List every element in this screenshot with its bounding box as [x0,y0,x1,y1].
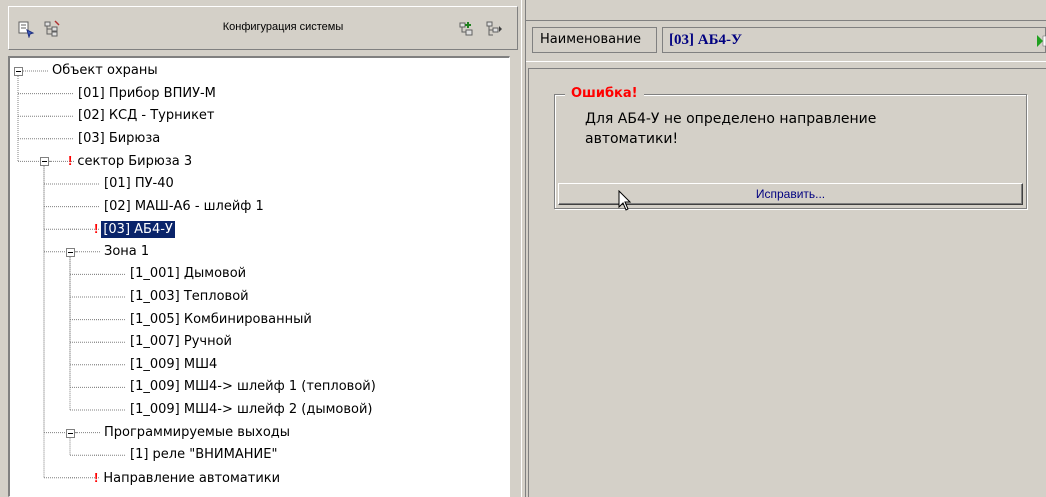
tree-expander-icon[interactable] [14,67,23,76]
tree-node-label: [1_003] Тепловой [130,289,249,304]
tree-node-label: сектор Бирюза 3 [77,154,193,170]
tree-node-label: Направление автоматики [103,470,281,486]
tree-node-label: [01] ПУ-40 [104,176,174,191]
tree-node-label: Зона 1 [104,243,150,259]
tree-node[interactable]: [02] КСД - Турникет [76,106,217,126]
tree-node[interactable]: [02] МАШ-А6 - шлейф 1 [102,197,266,217]
add-device-icon[interactable] [455,18,477,40]
config-toolbar: Конфигурация системы [8,6,518,50]
tree-node[interactable]: [1_001] Дымовой [128,264,248,284]
tree-expander-icon[interactable] [66,428,75,438]
mouse-cursor-icon [618,189,632,216]
expand-icon[interactable] [483,18,505,40]
tree-node[interactable]: ! Направление автоматики [94,468,282,488]
tree-node[interactable]: ! сектор Бирюза 3 [68,151,194,171]
properties-icon[interactable] [15,18,37,40]
tree-node-label: [1] реле "ВНИМАНИЕ" [130,447,278,463]
config-tree[interactable]: Объект охраны [01] Прибор ВПИУ-М [02] КСД … [8,56,510,497]
tree-node[interactable]: [03] Бирюза [76,129,162,149]
tree-node-label: Программируемые выходы [104,424,291,440]
tree-node[interactable]: [1_009] МШ4 [128,355,219,375]
tree-node[interactable]: Программируемые выходы [102,423,292,443]
tree-node-label: [1_009] МШ4 [130,356,218,372]
warning-mark-icon: ! [94,221,99,237]
error-title: Ошибка! [565,86,644,101]
panel-title: Конфигурация системы [222,21,344,33]
name-label: Наименование [532,27,657,53]
tree-node-label: [03] Бирюза [78,130,161,146]
error-message: Для АБ4-У не определено направление авто… [585,111,877,147]
tree-node[interactable]: Зона 1 [102,242,151,262]
tree-node-label: [1_009] МШ4-> шлейф 1 (тепловой) [130,379,376,395]
tree-node[interactable]: [1_009] МШ4-> шлейф 1 (тепловой) [128,377,378,397]
tree-node-label: [1_005] Комбинированный [130,311,312,327]
tree-node[interactable]: [1] реле "ВНИМАНИЕ" [128,445,279,465]
tree-node[interactable]: ! [03] АБ4-У [94,219,176,240]
tree-node-label: Объект охраны [52,63,158,78]
tree-node[interactable]: [01] Прибор ВПИУ-М [76,84,218,104]
config-panel: Конфигурация системы Объект охраны [01] П… [0,0,521,497]
tree-node-label: [02] КСД - Турникет [78,108,215,124]
tree-node[interactable]: [01] ПУ-40 [102,174,176,194]
tree-node[interactable]: [1_007] Ручной [128,332,234,352]
go-icon[interactable] [1036,33,1046,53]
tree-node[interactable]: [1_003] Тепловой [128,287,251,307]
tree-node-label: [1_007] Ручной [130,334,232,350]
tree-node[interactable]: [1_005] Комбинированный [128,310,314,330]
tree-expander-icon[interactable] [40,157,49,167]
properties-panel: Наименование [03] АБ4-У Ошибка! Для АБ4-… [526,0,1046,497]
name-bar: Наименование [03] АБ4-У [526,20,1046,62]
warning-mark-icon: ! [68,153,73,169]
tree-node-label: [1_001] Дымовой [130,266,247,282]
tree-node-label: [1_009] МШ4-> шлейф 2 (дымовой) [130,402,373,417]
name-field[interactable]: [03] АБ4-У [662,27,1046,53]
warning-mark-icon: ! [94,469,99,485]
tree-node[interactable]: [1_009] МШ4-> шлейф 2 (дымовой) [128,400,375,420]
tree-node[interactable]: Объект охраны [50,61,160,81]
tree-settings-icon[interactable] [41,18,63,40]
tree-node-label: [02] МАШ-А6 - шлейф 1 [104,198,264,214]
tree-expander-icon[interactable] [66,247,75,257]
tree-node-label: [01] Прибор ВПИУ-М [78,85,216,101]
tree-node-label: [03] АБ4-У [100,220,176,240]
